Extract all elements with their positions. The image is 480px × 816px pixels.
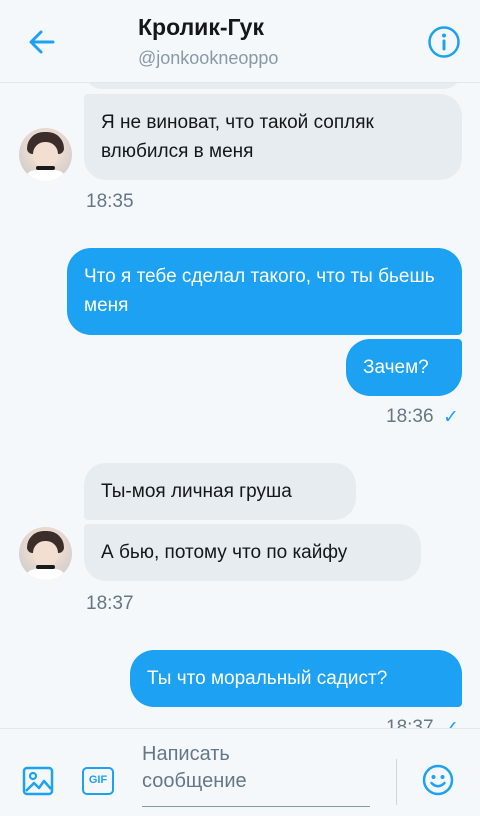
- message-list[interactable]: Я не виноват, что такой сопляк влюбился …: [0, 83, 480, 728]
- message-timestamp: 18:36: [386, 406, 434, 427]
- avatar[interactable]: [19, 527, 72, 580]
- conversation-handle: @jonkookneoppo: [138, 48, 279, 68]
- message-bubble[interactable]: Ты что моральный садист?: [130, 650, 462, 707]
- message-bubble-partial[interactable]: [84, 83, 462, 89]
- message-bubble[interactable]: А бью, потому что по кайфу: [84, 524, 421, 581]
- info-icon[interactable]: [427, 25, 461, 59]
- message-timestamp: 18:37: [86, 593, 134, 614]
- message-bubble[interactable]: Зачем?: [346, 339, 462, 396]
- read-receipt-icon: ✓: [443, 717, 459, 728]
- message-bubble[interactable]: Я не виноват, что такой сопляк влюбился …: [84, 94, 462, 180]
- back-arrow-icon[interactable]: [26, 26, 58, 58]
- divider: [396, 759, 397, 805]
- chat-header: Кролик-Гук @jonkookneoppo: [0, 0, 480, 83]
- message-composer: GIF Написать сообщение: [0, 728, 480, 816]
- image-icon[interactable]: [22, 765, 54, 797]
- emoji-icon[interactable]: [422, 764, 454, 796]
- avatar[interactable]: [19, 128, 72, 181]
- message-bubble[interactable]: Что я тебе сделал такого, что ты бьешь м…: [67, 248, 462, 335]
- message-timestamp: 18:37: [386, 717, 434, 728]
- gif-icon[interactable]: GIF: [82, 767, 114, 795]
- message-input[interactable]: Написать сообщение: [142, 741, 370, 807]
- conversation-title: Кролик-Гук: [138, 14, 264, 40]
- read-receipt-icon: ✓: [443, 407, 459, 428]
- message-timestamp: 18:35: [86, 191, 134, 212]
- message-bubble[interactable]: Ты-моя личная груша: [84, 463, 356, 520]
